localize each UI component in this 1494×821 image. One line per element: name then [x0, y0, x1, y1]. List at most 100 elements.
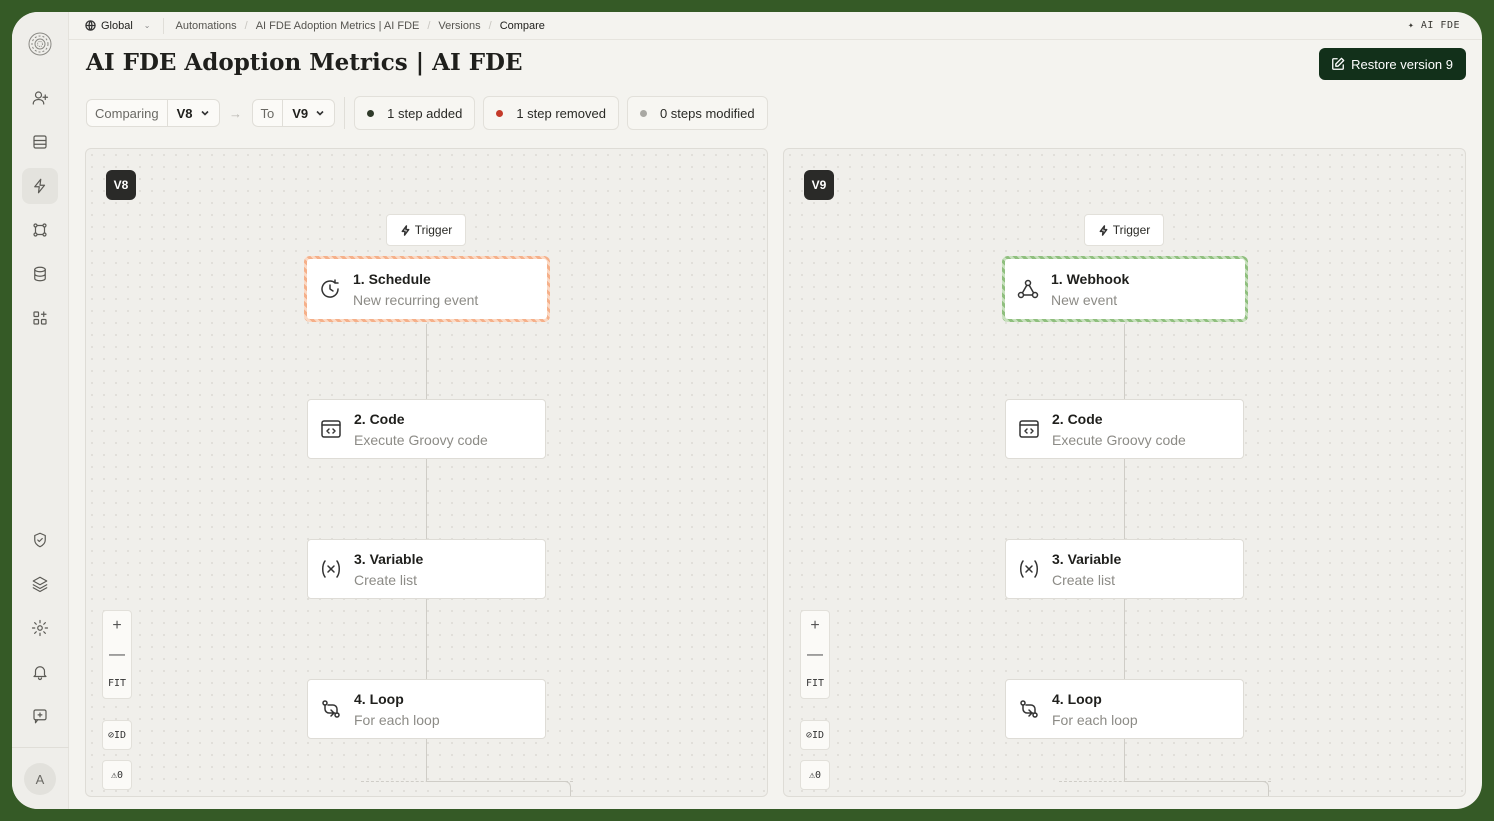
scope-label: Global [101, 19, 133, 32]
logo-icon [24, 28, 56, 60]
sidebar-item-automations[interactable] [22, 168, 58, 204]
step-title: 4. Loop [1052, 690, 1102, 707]
app-window: A Global ⌄ Automations / AI FDE Adoption… [12, 12, 1482, 809]
trigger-chip[interactable]: Trigger [386, 214, 466, 246]
globe-icon [85, 20, 96, 31]
step-subtitle: For each loop [1052, 711, 1138, 728]
to-version-label: To [253, 100, 284, 126]
sidebar-item-security[interactable] [22, 522, 58, 558]
zoom-controls: + — FIT [102, 610, 132, 699]
branch-edge [426, 781, 571, 796]
steps-added-label: 1 step added [387, 105, 463, 121]
sidebar-item-layers[interactable] [22, 566, 58, 602]
edge [426, 599, 427, 679]
step-subtitle: New recurring event [353, 291, 479, 308]
steps-added-filter[interactable]: 1 step added [354, 96, 476, 130]
divider [344, 97, 346, 129]
scope-selector[interactable]: Global ⌄ [69, 17, 164, 34]
zoom-controls: + — FIT [800, 610, 830, 699]
zoom-in-button[interactable]: + [801, 611, 829, 640]
warnings-button[interactable]: ⚠0 [800, 760, 830, 790]
edge [426, 739, 427, 781]
breadcrumb-automations[interactable]: Automations [168, 20, 245, 32]
step-node[interactable]: 3. Variable Create list [1005, 539, 1244, 599]
steps-removed-filter[interactable]: 1 step removed [483, 96, 619, 130]
sidebar: A [12, 12, 69, 809]
avatar[interactable]: A [24, 763, 56, 795]
webhook-icon [1017, 279, 1039, 299]
user-add-icon [32, 91, 49, 105]
gear-icon [31, 619, 49, 637]
breadcrumb-compare: Compare [499, 19, 545, 32]
sidebar-item-apps[interactable] [22, 300, 58, 336]
step-node[interactable]: 2. Code Execute Groovy code [307, 399, 546, 459]
apps-icon [33, 311, 47, 325]
step-subtitle: Create list [354, 571, 418, 588]
sidebar-item-feedback[interactable] [22, 698, 58, 734]
sidebar-item-settings[interactable] [22, 610, 58, 646]
edge [1124, 324, 1125, 399]
bolt-icon [34, 178, 46, 194]
breadcrumb-automation[interactable]: AI FDE Adoption Metrics | AI FDE [248, 20, 428, 32]
zoom-in-button[interactable]: + [103, 611, 131, 640]
chevron-down-icon [200, 110, 209, 116]
trigger-label: Trigger [1112, 223, 1151, 237]
loop-icon [1020, 700, 1038, 718]
fit-view-button[interactable]: FIT [103, 669, 131, 698]
chevron-down-icon [316, 110, 324, 116]
restore-version-button[interactable]: Restore version 9 [1319, 48, 1466, 80]
step-title: 4. Loop [354, 690, 404, 707]
step-node-removed[interactable]: 1. Schedule New recurring event [304, 256, 550, 322]
trigger-chip[interactable]: Trigger [1084, 214, 1164, 246]
to-version-select[interactable]: To V9 [251, 99, 336, 127]
sidebar-item-inbox[interactable] [22, 124, 58, 160]
step-node[interactable]: 2. Code Execute Groovy code [1005, 399, 1244, 459]
topbar: Global ⌄ Automations / AI FDE Adoption M… [69, 12, 1482, 40]
warnings-button[interactable]: ⚠0 [102, 760, 132, 790]
step-title: 1. Schedule [353, 270, 431, 287]
variable-icon [322, 560, 340, 578]
edit-icon [1332, 57, 1345, 70]
clock-icon [321, 279, 339, 298]
step-node-added[interactable]: 1. Webhook New event [1002, 256, 1248, 322]
steps-removed-label: 1 step removed [516, 105, 606, 121]
sidebar-item-users[interactable] [22, 80, 58, 116]
toggle-ids-button[interactable]: ⊘ID [800, 720, 830, 750]
from-version-label: Comparing [87, 100, 168, 126]
steps-modified-filter[interactable]: 0 steps modified [626, 96, 768, 130]
code-icon [321, 420, 341, 438]
removed-dot [496, 109, 504, 117]
version-badge: V9 [804, 170, 834, 200]
step-node[interactable]: 3. Variable Create list [307, 539, 546, 599]
breadcrumb-versions[interactable]: Versions [430, 20, 488, 32]
sidebar-divider [12, 747, 69, 748]
modified-dot [639, 109, 647, 117]
sidebar-item-workflows[interactable] [22, 212, 58, 248]
from-version-select[interactable]: Comparing V8 [86, 99, 220, 127]
toggle-ids-button[interactable]: ⊘ID [102, 720, 132, 750]
step-node[interactable]: 4. Loop For each loop [307, 679, 546, 739]
to-version-value: V9 [292, 105, 309, 121]
nodes-icon [33, 223, 47, 237]
sidebar-item-notifications[interactable] [22, 654, 58, 690]
canvas-from[interactable]: V8 Trigger 1. Schedule New recurring eve… [85, 148, 768, 797]
zoom-out-button[interactable]: — [103, 640, 131, 669]
edge [1124, 739, 1125, 781]
restore-version-label: Restore version 9 [1351, 56, 1453, 72]
step-subtitle: New event [1051, 291, 1118, 308]
arrow-right-icon: → [229, 105, 242, 121]
bell-icon [33, 666, 47, 681]
from-version-value: V8 [176, 105, 193, 121]
database-icon [34, 266, 46, 282]
chevron-down-icon: ⌄ [143, 21, 151, 30]
sidebar-item-data[interactable] [22, 256, 58, 292]
step-subtitle: Create list [1052, 571, 1116, 588]
canvas-to[interactable]: V9 Trigger 1. Webhook New event 2. Code … [783, 148, 1466, 797]
breadcrumb: Automations / AI FDE Adoption Metrics | … [168, 20, 553, 32]
step-title: 2. Code [1052, 410, 1103, 427]
step-subtitle: Execute Groovy code [1052, 431, 1186, 448]
step-title: 3. Variable [1052, 550, 1122, 567]
fit-view-button[interactable]: FIT [801, 669, 829, 698]
step-node[interactable]: 4. Loop For each loop [1005, 679, 1244, 739]
zoom-out-button[interactable]: — [801, 640, 829, 669]
